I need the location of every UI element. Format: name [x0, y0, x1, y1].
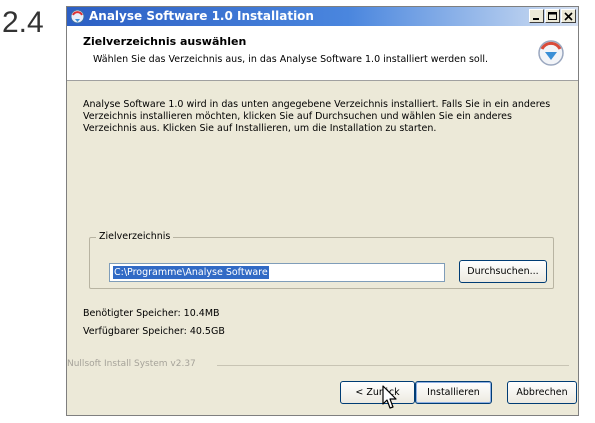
maximize-icon — [548, 12, 557, 20]
mouse-cursor-icon — [382, 385, 397, 409]
window-title: Analyse Software 1.0 Installation — [89, 9, 314, 23]
cancel-button[interactable]: Abbrechen — [507, 381, 577, 404]
caption-buttons — [528, 9, 576, 23]
branding-text: Nullsoft Install System v2.37 — [67, 359, 196, 369]
installer-window: Analyse Software 1.0 Installation Zielve… — [66, 6, 579, 416]
install-button[interactable]: Installieren — [415, 381, 492, 404]
installer-icon — [538, 40, 564, 66]
title-bar[interactable]: Analyse Software 1.0 Installation — [67, 7, 578, 26]
instruction-text: Analyse Software 1.0 wird in das unten a… — [83, 99, 551, 134]
destination-group-label: Zielverzeichnis — [96, 231, 174, 242]
page-title: Zielverzeichnis auswählen — [83, 35, 247, 48]
close-button[interactable] — [561, 9, 576, 23]
step-number: 2.4 — [2, 6, 44, 39]
app-icon — [70, 9, 85, 24]
space-required: Benötigter Speicher: 10.4MB — [83, 308, 220, 319]
wizard-header: Zielverzeichnis auswählen Wählen Sie das… — [67, 26, 578, 81]
footer-divider — [217, 365, 569, 366]
minimize-button[interactable] — [529, 9, 544, 23]
destination-path-input[interactable]: C:\Programme\Analyse Software — [109, 263, 445, 282]
destination-path-value: C:\Programme\Analyse Software — [113, 266, 269, 279]
space-available: Verfügbarer Speicher: 40.5GB — [83, 326, 225, 337]
page-subtitle: Wählen Sie das Verzeichnis aus, in das A… — [93, 54, 489, 65]
browse-button[interactable]: Durchsuchen... — [459, 260, 547, 283]
back-button[interactable]: < Zurück — [340, 381, 415, 404]
maximize-button[interactable] — [545, 9, 560, 23]
close-icon — [564, 12, 573, 21]
minimize-icon — [533, 18, 539, 20]
destination-group: Zielverzeichnis C:\Programme\Analyse Sof… — [89, 231, 554, 289]
